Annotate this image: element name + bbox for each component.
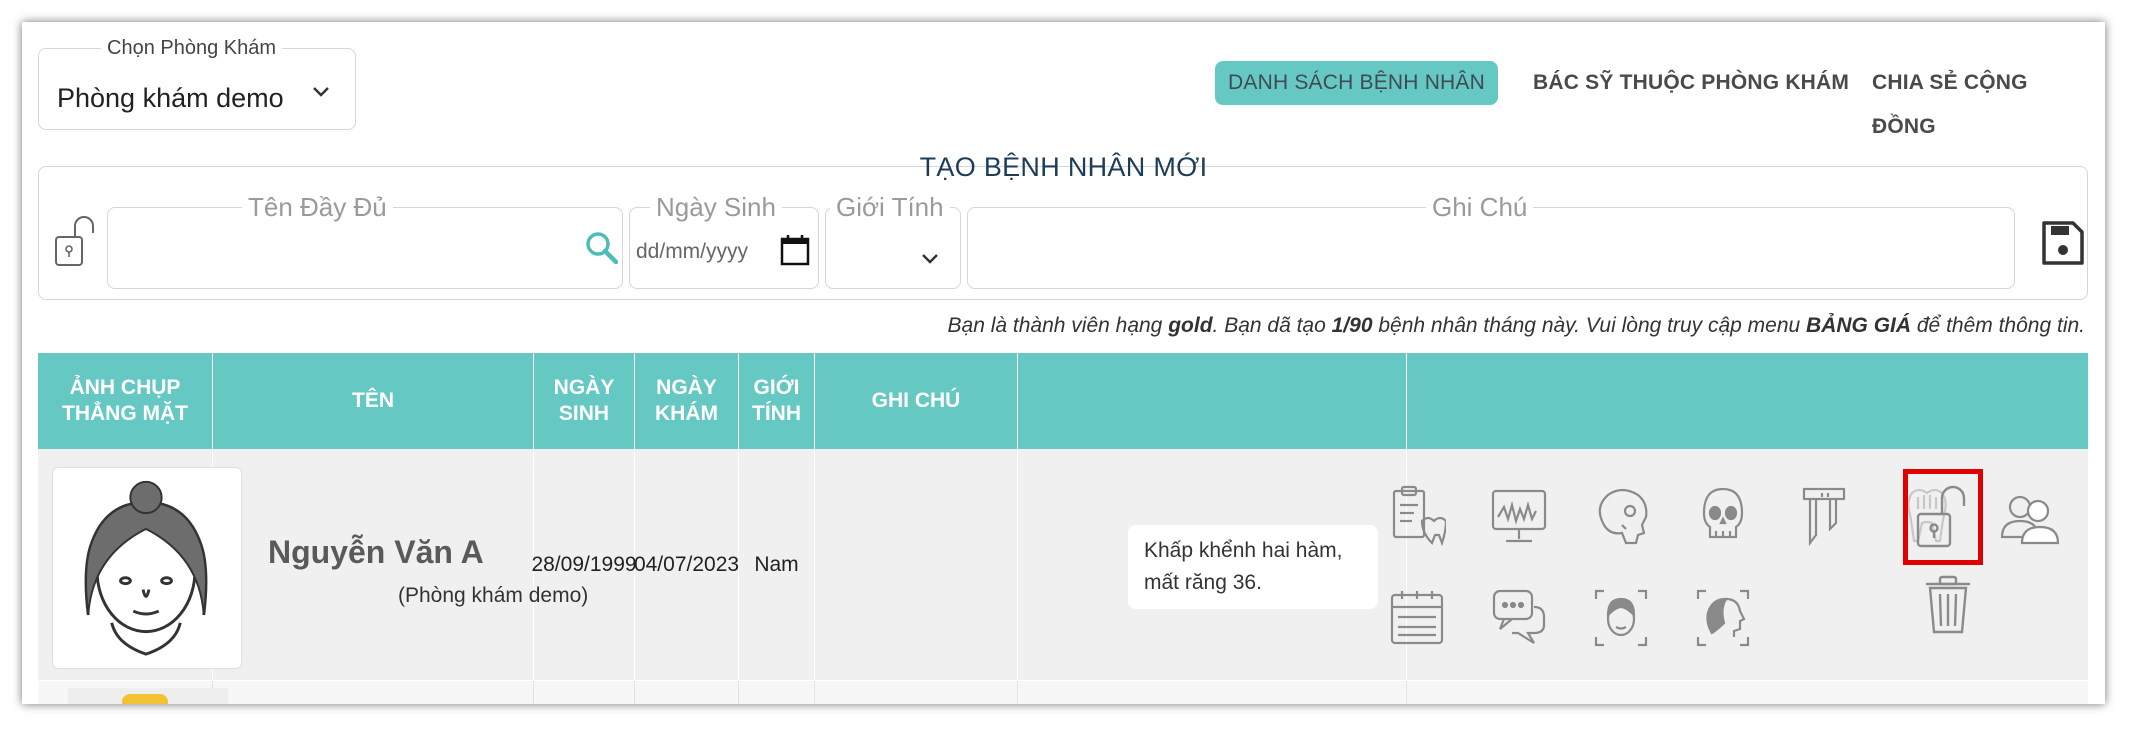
- patient-photo[interactable]: [52, 467, 242, 669]
- note-cell: [815, 681, 1018, 704]
- full-name-field[interactable]: Tên Đầy Đủ: [107, 192, 623, 289]
- note-cell: [815, 449, 1018, 681]
- avatar-placeholder-icon: [84, 480, 208, 656]
- app-window: Chọn Phòng Khám Phòng khám demo DANH SÁC…: [22, 22, 2105, 704]
- col-header-visit[interactable]: NGÀY KHÁM: [635, 353, 739, 449]
- table-row[interactable]: [38, 681, 2088, 704]
- trash-icon[interactable]: [1922, 574, 1974, 636]
- col-header-note: GHI CHÚ: [815, 353, 1018, 449]
- full-name-label: Tên Đầy Đủ: [242, 192, 393, 223]
- name-cell: [213, 681, 534, 704]
- col-header-name[interactable]: TÊN: [213, 353, 534, 449]
- patient-clinic: (Phòng khám demo): [398, 584, 589, 607]
- notice-text: bệnh nhân tháng này. Vui lòng truy cập m…: [1372, 314, 1807, 337]
- gender-label: Giới Tính: [830, 192, 950, 223]
- patient-name[interactable]: Nguyễn Văn A: [268, 534, 484, 571]
- calendar-picker-icon[interactable]: [780, 234, 810, 266]
- tools-cell: [1018, 681, 1407, 704]
- visit-cell: [635, 681, 739, 704]
- note-label: Ghi Chú: [1426, 192, 1534, 223]
- notice-text: . Bạn dã tạo: [1212, 314, 1332, 337]
- caliper-icon[interactable]: [1796, 485, 1854, 547]
- skull-profile-icon[interactable]: [1592, 485, 1650, 547]
- calendar-icon[interactable]: [1388, 587, 1446, 649]
- gender-cell: Nam: [739, 449, 815, 681]
- clinic-select[interactable]: Chọn Phòng Khám Phòng khám demo: [38, 37, 356, 130]
- visit-cell: 04/07/2023: [634, 449, 739, 681]
- col-header-birth[interactable]: NGÀY SINH: [534, 353, 635, 449]
- col-header-tools: [1018, 353, 1407, 449]
- status-badge: [122, 694, 168, 704]
- create-patient-form: Tên Đầy Đủ Ngày Sinh dd/mm/yyyy Giới Tín…: [38, 166, 2088, 300]
- nav-tab-community[interactable]: CHIA SẺ CỘNG ĐỒNG: [1859, 61, 2105, 138]
- notice-count: 1/90: [1331, 314, 1373, 337]
- patient-note: Khấp khểnh hai hàm, mất răng 36.: [1128, 525, 1378, 609]
- nav-tab-patients[interactable]: DANH SÁCH BỆNH NHÂN: [1215, 61, 1498, 105]
- create-patient-title: TẠO BỆNH NHÂN MỚI: [919, 152, 1208, 182]
- birth-cell: 28/09/1999: [531, 449, 637, 681]
- nav-tab-doctors[interactable]: BÁC SỸ THUỘC PHÒNG KHÁM: [1520, 61, 1862, 105]
- share-doctor-icon[interactable]: [1998, 487, 2060, 549]
- skull-front-icon[interactable]: [1694, 485, 1752, 547]
- col-header-actions: [1407, 353, 2088, 449]
- birth-date-field[interactable]: Ngày Sinh dd/mm/yyyy: [629, 192, 819, 289]
- note-field[interactable]: Ghi Chú: [967, 192, 2015, 289]
- gender-select[interactable]: Giới Tính: [825, 192, 961, 289]
- chat-icon[interactable]: [1490, 587, 1548, 649]
- clinic-select-value: Phòng khám demo: [57, 83, 284, 113]
- col-header-gender[interactable]: GIỚI TÍNH: [739, 353, 815, 449]
- notice-tier: gold: [1168, 314, 1213, 337]
- notice-text: Bạn là thành viên hạng: [947, 314, 1169, 337]
- search-icon[interactable]: [584, 230, 620, 266]
- col-header-photo: ẢNH CHỤP THẲNG MẶT: [38, 353, 213, 449]
- birth-date-label: Ngày Sinh: [650, 192, 782, 223]
- clinic-select-label: Chọn Phòng Khám: [101, 37, 283, 60]
- head-scan-icon[interactable]: [1694, 587, 1752, 649]
- membership-notice: Bạn là thành viên hạng gold. Bạn dã tạo …: [948, 314, 2085, 338]
- xray-monitor-icon[interactable]: [1490, 485, 1548, 547]
- gender-cell: [739, 681, 815, 704]
- lock-open-icon[interactable]: [1908, 474, 1978, 560]
- birth-date-placeholder: dd/mm/yyyy: [636, 240, 749, 263]
- notice-text: để thêm thông tin.: [1911, 314, 2085, 337]
- chevron-down-icon: [313, 87, 329, 97]
- save-icon[interactable]: [2041, 219, 2085, 267]
- face-scan-icon[interactable]: [1592, 587, 1650, 649]
- chevron-down-icon: [922, 254, 938, 264]
- lock-toggle-highlight[interactable]: [1903, 469, 1983, 565]
- dental-chart-icon[interactable]: [1388, 485, 1446, 547]
- lock-open-icon[interactable]: [53, 213, 99, 269]
- notice-menu-link[interactable]: BẢNG GIÁ: [1806, 314, 1911, 337]
- patient-table-header: ẢNH CHỤP THẲNG MẶT TÊN NGÀY SINH NGÀY KH…: [38, 353, 2088, 449]
- birth-cell: [534, 681, 635, 704]
